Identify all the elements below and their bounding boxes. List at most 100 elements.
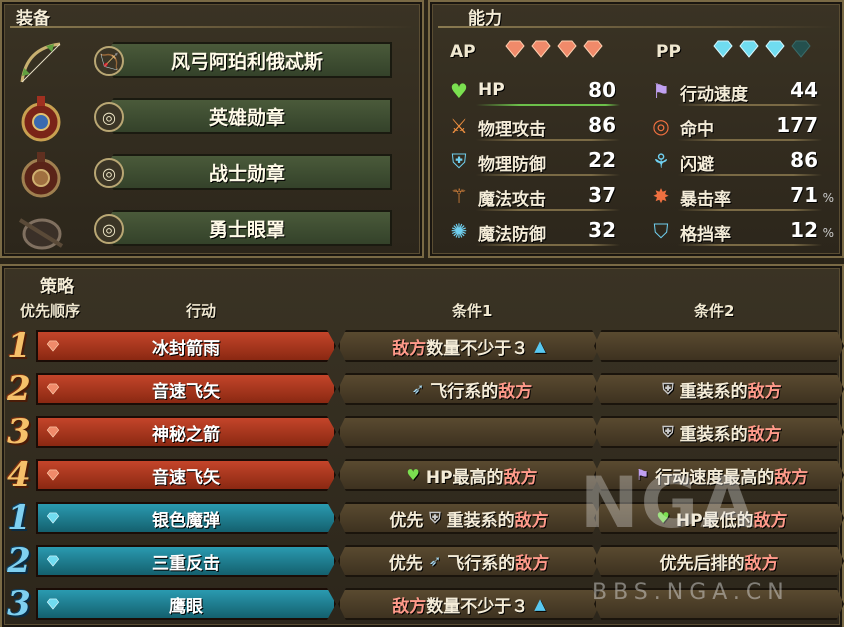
pp-gem-empty-icon	[791, 40, 811, 58]
action-button[interactable]: 三重反击	[36, 545, 336, 577]
header-action: 行动	[186, 302, 217, 320]
title-divider	[438, 26, 834, 28]
watermark-url: BBS.NGA.CN	[592, 580, 790, 605]
triangle-up-icon: ▲	[534, 337, 546, 355]
bow-slot-icon: 🏹	[99, 51, 119, 71]
action-label: 鹰眼	[169, 596, 203, 617]
enemy-text: 敌方	[392, 596, 427, 617]
medal-icon	[21, 152, 61, 198]
stat-label: 行动速度	[680, 85, 748, 105]
stat-value: 37	[588, 183, 616, 207]
action-label: 冰封箭雨	[152, 338, 220, 359]
ap-gem-icon	[46, 469, 60, 481]
action-button[interactable]: 银色魔弹	[36, 502, 336, 534]
rank-number: 2	[7, 369, 31, 409]
ap-gem-icon	[46, 340, 60, 352]
wing-icon: ➶	[411, 380, 425, 398]
ap-gem-icon	[46, 383, 60, 395]
action-button[interactable]: 音速飞矢	[36, 373, 336, 405]
condition-1[interactable]	[338, 416, 600, 448]
condition-1[interactable]: 敌方 数量不少于３ ▲	[338, 588, 600, 620]
heart-icon: ♥	[406, 466, 420, 484]
heavy-armor-icon: ⛨	[662, 380, 674, 398]
condition-2[interactable]	[594, 330, 844, 362]
ring-slot-icon: ◎	[102, 219, 116, 239]
nga-watermark-logo: NGA	[580, 462, 757, 544]
condition-1[interactable]: 敌方 数量不少于３ ▲	[338, 330, 600, 362]
action-button[interactable]: 音速飞矢	[36, 459, 336, 491]
strategy-row-3[interactable]: 3 神秘之箭 ⛨ 重装系的 敌方	[0, 412, 844, 452]
pp-gem-icon	[713, 40, 733, 58]
bow-icon	[20, 42, 61, 83]
critical-icon: ✸	[652, 184, 670, 208]
stat-action-speed: ⚑ 行动速度 44	[648, 76, 836, 108]
rank-number: 1	[7, 326, 31, 366]
stat-magic-attack: ⚚ 魔法攻击 37	[446, 181, 634, 213]
equip-row-2[interactable]: 英雄勋章 ◎	[14, 92, 409, 146]
eyepatch-icon	[18, 218, 64, 250]
stat-value: 12	[790, 218, 818, 242]
strategy-title: 策略	[40, 277, 74, 297]
enemy-text: 敌方	[747, 424, 782, 445]
action-label: 神秘之箭	[152, 424, 220, 445]
equip-row-4[interactable]: 勇士眼罩 ◎	[14, 204, 409, 258]
stat-label: 魔法攻击	[478, 190, 546, 210]
header-cond2: 条件2	[694, 302, 735, 320]
pp-gem-icon	[46, 555, 60, 567]
stat-value: 44	[790, 78, 818, 102]
stat-underline	[678, 174, 822, 176]
rank-number: 3	[7, 584, 31, 624]
armor-icon: ⛨	[451, 149, 467, 173]
condition-1[interactable]: 优先 ⛨ 重装系的 敌方	[338, 502, 600, 534]
pp-gem-icon	[765, 40, 785, 58]
stat-label: HP	[478, 80, 505, 100]
ap-label: AP	[450, 42, 476, 62]
stat-label: 暴击率	[680, 190, 731, 210]
condition-text: 飞行系的	[447, 553, 516, 574]
strategy-row-2[interactable]: 2 音速飞矢 ➶ 飞行系的 敌方 ⛨ 重装系的 敌方	[0, 369, 844, 409]
stat-label: 闪避	[680, 155, 714, 175]
pp-gem-icon	[46, 598, 60, 610]
equip-row-3[interactable]: 战士勋章 ◎	[14, 148, 409, 202]
condition-text: 重装系的	[679, 381, 748, 402]
action-button[interactable]: 神秘之箭	[36, 416, 336, 448]
equip-name: 英雄勋章	[102, 98, 392, 134]
stat-evasion: ⚘ 闪避 86	[648, 146, 836, 178]
condition-1[interactable]: ♥ HP最高的 敌方	[338, 459, 600, 491]
dodge-icon: ⚘	[652, 149, 670, 173]
ap-gem-icon	[583, 40, 603, 58]
equip-name: 风弓阿珀利俄忒斯	[102, 42, 392, 78]
action-button[interactable]: 鹰眼	[36, 588, 336, 620]
stat-accuracy: ◎ 命中 177	[648, 111, 836, 143]
ap-gem-icon	[557, 40, 577, 58]
rank-number: 4	[7, 455, 31, 495]
stat-label: 命中	[680, 120, 714, 140]
rank-number: 3	[7, 412, 31, 452]
equip-row-1[interactable]: 风弓阿珀利俄忒斯 🏹	[14, 36, 409, 90]
strategy-row-1[interactable]: 1 冰封箭雨 敌方 数量不少于３ ▲	[0, 326, 844, 366]
condition-2[interactable]: ⛨ 重装系的 敌方	[594, 416, 844, 448]
stat-label: 物理攻击	[478, 120, 546, 140]
enemy-text: 敌方	[498, 381, 533, 402]
action-button[interactable]: 冰封箭雨	[36, 330, 336, 362]
title-divider	[10, 26, 414, 28]
action-label: 三重反击	[152, 553, 220, 574]
abilities-panel: 能力 AP PP ♥ HP 80 ⚔ 物理攻击 86 ⛨ 物理防御 22 ⚚ 魔…	[428, 0, 844, 258]
ap-gem-icon	[531, 40, 551, 58]
rank-number: 1	[7, 498, 31, 538]
stat-value: 80	[588, 78, 616, 102]
magic-shield-icon: ✺	[450, 219, 468, 243]
stat-underline	[678, 209, 822, 211]
block-icon: ⛉	[653, 219, 669, 243]
stat-underline	[678, 139, 822, 141]
ring-slot-icon: ◎	[102, 107, 116, 127]
wing-icon: ➶	[428, 552, 442, 570]
wing-flag-icon: ⚑	[652, 79, 670, 103]
sword-icon: ⚔	[450, 114, 468, 138]
stat-pct: %	[822, 191, 834, 205]
condition-2[interactable]: ⛨ 重装系的 敌方	[594, 373, 844, 405]
condition-1[interactable]: ➶ 飞行系的 敌方	[338, 373, 600, 405]
equip-name: 战士勋章	[102, 154, 392, 190]
stat-hp: ♥ HP 80	[446, 76, 634, 108]
condition-1[interactable]: 优先 ➶ 飞行系的 敌方	[338, 545, 600, 577]
